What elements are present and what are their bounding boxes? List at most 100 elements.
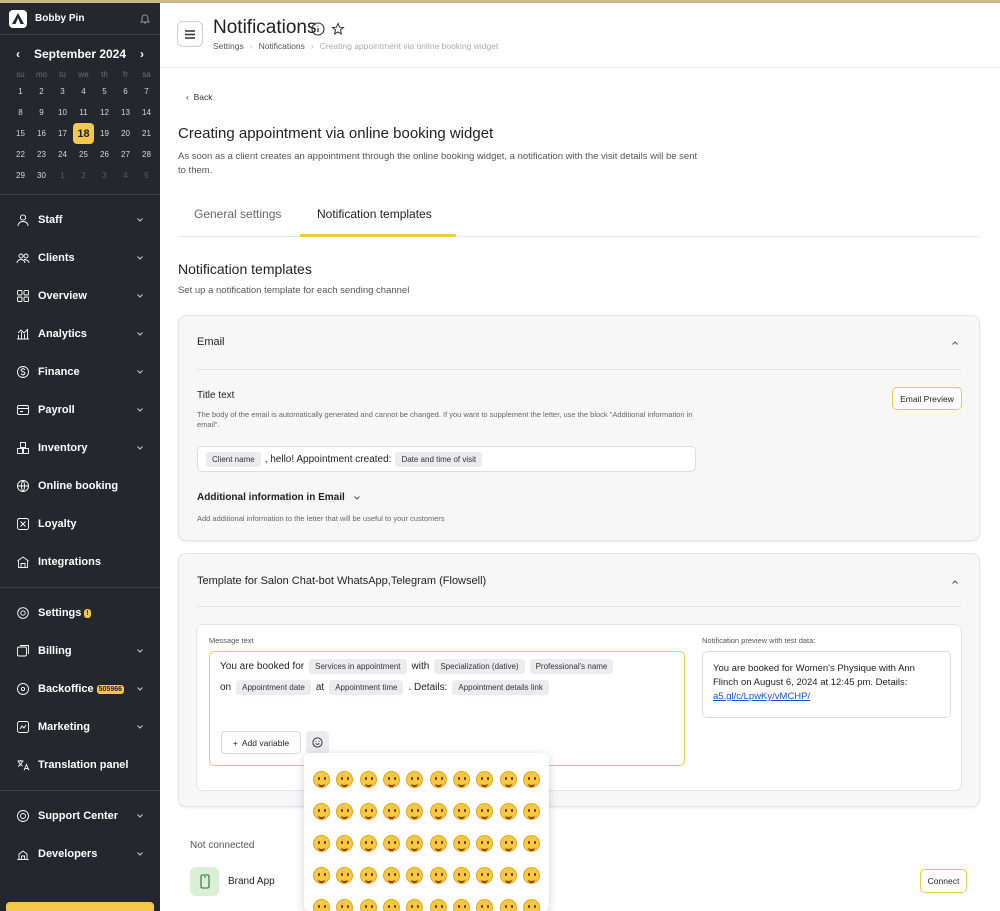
star-icon[interactable] [331, 22, 345, 36]
additional-info-toggle[interactable]: Additional information in Email [197, 492, 361, 503]
emoji-option[interactable] [310, 891, 333, 911]
emoji-option[interactable] [496, 763, 519, 795]
calendar-day[interactable]: 16 [31, 123, 52, 144]
calendar-day[interactable]: 2 [31, 81, 52, 102]
breadcrumb-notifications[interactable]: Notifications [259, 41, 305, 51]
emoji-option[interactable] [496, 795, 519, 827]
emoji-option[interactable] [333, 891, 356, 911]
calendar-day[interactable]: 5 [136, 165, 157, 186]
emoji-option[interactable] [333, 827, 356, 859]
emoji-option[interactable] [310, 859, 333, 891]
emoji-option[interactable] [403, 827, 426, 859]
calendar-day[interactable]: 20 [115, 123, 136, 144]
calendar-day[interactable]: 15 [10, 123, 31, 144]
emoji-option[interactable] [426, 763, 449, 795]
calendar-day[interactable]: 2 [73, 165, 94, 186]
message-text-editor[interactable]: You are booked for Services in appointme… [209, 651, 685, 766]
emoji-option[interactable] [473, 827, 496, 859]
calendar-day[interactable]: 14 [136, 102, 157, 123]
calendar-day[interactable]: 27 [115, 144, 136, 165]
calendar-day[interactable]: 21 [136, 123, 157, 144]
emoji-option[interactable] [520, 763, 543, 795]
emoji-option[interactable] [520, 859, 543, 891]
emoji-option[interactable] [473, 891, 496, 911]
bell-icon[interactable] [139, 13, 151, 25]
variable-chip[interactable]: Appointment details link [452, 680, 549, 695]
sidebar-item-staff[interactable]: Staff [0, 201, 160, 239]
preview-link[interactable]: a5.gl/c/LpwKy/vMCHP/ [713, 691, 810, 702]
calendar-day[interactable]: 5 [94, 81, 115, 102]
emoji-option[interactable] [380, 891, 403, 911]
emoji-option[interactable] [520, 891, 543, 911]
sidebar-item-clients[interactable]: Clients [0, 239, 160, 277]
emoji-option[interactable] [473, 795, 496, 827]
sidebar-item-overview[interactable]: Overview [0, 277, 160, 315]
sidebar-item-developers[interactable]: Developers [0, 835, 160, 873]
calendar-day[interactable]: 1 [52, 165, 73, 186]
variable-chip[interactable]: Professional's name [529, 659, 614, 674]
emoji-option[interactable] [380, 859, 403, 891]
variable-chip[interactable]: Client name [206, 451, 261, 467]
sidebar-item-support-center[interactable]: Support Center [0, 797, 160, 835]
variable-chip[interactable]: Services in appointment [309, 659, 407, 674]
chevron-up-icon[interactable] [951, 339, 959, 347]
sidebar-item-billing[interactable]: Billing [0, 632, 160, 670]
calendar-day[interactable]: 1 [10, 81, 31, 102]
sidebar-item-settings[interactable]: Settings! [0, 594, 160, 632]
emoji-option[interactable] [496, 891, 519, 911]
calendar-day[interactable]: 10 [52, 102, 73, 123]
sidebar-item-payroll[interactable]: Payroll [0, 391, 160, 429]
calendar-day[interactable]: 28 [136, 144, 157, 165]
calendar-day[interactable]: 18 [73, 123, 94, 144]
emoji-option[interactable] [380, 795, 403, 827]
emoji-option[interactable] [426, 891, 449, 911]
calendar-day[interactable]: 4 [115, 165, 136, 186]
emoji-option[interactable] [310, 795, 333, 827]
sidebar-item-loyalty[interactable]: Loyalty [0, 505, 160, 543]
emoji-option[interactable] [450, 827, 473, 859]
calendar-day[interactable]: 7 [136, 81, 157, 102]
next-month-button[interactable]: › [140, 47, 144, 61]
emoji-option[interactable] [450, 763, 473, 795]
emoji-option[interactable] [473, 859, 496, 891]
emoji-option[interactable] [357, 763, 380, 795]
sidebar-header[interactable]: Bobby Pin [0, 3, 160, 35]
calendar-day[interactable]: 9 [31, 102, 52, 123]
calendar-day[interactable]: 26 [94, 144, 115, 165]
variable-chip[interactable]: Date and time of visit [395, 451, 483, 467]
prev-month-button[interactable]: ‹ [16, 47, 20, 61]
calendar-day[interactable]: 19 [94, 123, 115, 144]
calendar-day[interactable]: 11 [73, 102, 94, 123]
emoji-option[interactable] [496, 827, 519, 859]
info-icon[interactable] [311, 22, 325, 36]
emoji-option[interactable] [520, 795, 543, 827]
sidebar-item-backoffice[interactable]: Backoffice 505966 [0, 670, 160, 708]
connect-button[interactable]: Connect [920, 869, 967, 893]
emoji-option[interactable] [450, 891, 473, 911]
emoji-option[interactable] [357, 827, 380, 859]
variable-chip[interactable]: Appointment time [329, 680, 404, 695]
emoji-option[interactable] [426, 859, 449, 891]
emoji-option[interactable] [357, 859, 380, 891]
sidebar-item-marketing[interactable]: Marketing [0, 708, 160, 746]
emoji-option[interactable] [473, 763, 496, 795]
emoji-option[interactable] [426, 827, 449, 859]
sidebar-item-finance[interactable]: Finance [0, 353, 160, 391]
calendar-day[interactable]: 4 [73, 81, 94, 102]
calendar-day[interactable]: 22 [10, 144, 31, 165]
emoji-option[interactable] [520, 827, 543, 859]
add-variable-button[interactable]: + Add variable [221, 731, 301, 754]
menu-button[interactable] [177, 21, 203, 47]
emoji-option[interactable] [333, 763, 356, 795]
chevron-up-icon[interactable] [951, 578, 959, 586]
breadcrumb-settings[interactable]: Settings [213, 41, 244, 51]
tab-notification-templates[interactable]: Notification templates [317, 207, 432, 221]
emoji-option[interactable] [403, 763, 426, 795]
sidebar-item-analytics[interactable]: Analytics [0, 315, 160, 353]
emoji-option[interactable] [426, 795, 449, 827]
calendar-day[interactable]: 8 [10, 102, 31, 123]
calendar-day[interactable]: 23 [31, 144, 52, 165]
emoji-option[interactable] [403, 795, 426, 827]
calendar-day[interactable]: 12 [94, 102, 115, 123]
emoji-button[interactable] [306, 731, 329, 754]
